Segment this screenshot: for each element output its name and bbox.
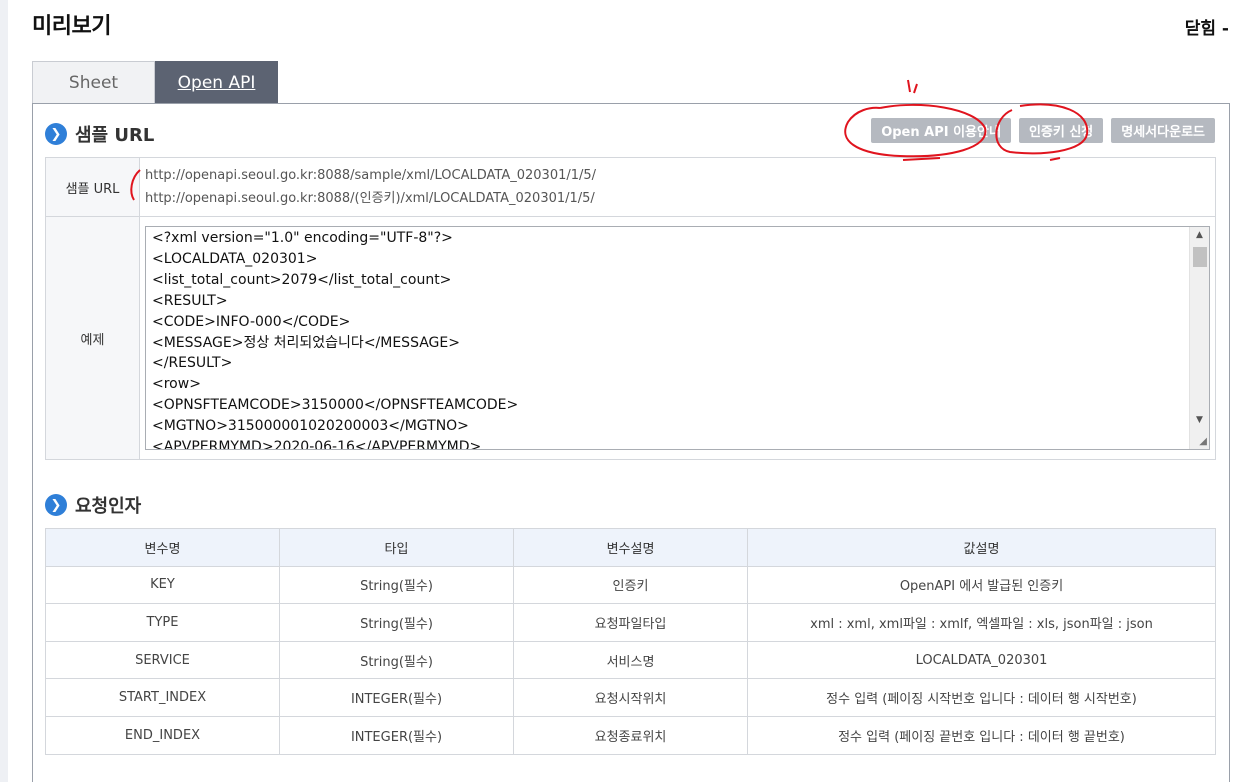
cell-var-name: TYPE: [45, 603, 280, 642]
cell-var-name: KEY: [45, 565, 280, 605]
header-var-desc: 변수설명: [513, 528, 748, 567]
sample-url-label: 샘플 URL: [45, 157, 140, 217]
sample-url-line[interactable]: http://openapi.seoul.go.kr:8088/(인증키)/xm…: [145, 187, 1210, 210]
scroll-up-arrow-icon[interactable]: ▲: [1190, 227, 1209, 244]
code-line: <row>: [152, 376, 201, 393]
cell-var-name: END_INDEX: [45, 715, 280, 755]
chevron-right-icon: ❯: [45, 494, 67, 516]
cell-value-desc: xml : xml, xml파일 : xmlf, 엑셀파일 : xls, jso…: [747, 603, 1216, 642]
sample-url-line[interactable]: http://openapi.seoul.go.kr:8088/sample/x…: [145, 164, 1210, 187]
example-code-textarea[interactable]: <?xml version="1.0" encoding="UTF-8"?> <L…: [145, 226, 1210, 450]
resize-grip-icon[interactable]: ◢: [1199, 436, 1207, 447]
auth-key-request-button[interactable]: 인증키 신청: [1018, 118, 1104, 143]
cell-var-name: START_INDEX: [45, 678, 280, 717]
table-header-row: 변수명 타입 변수설명 값설명: [45, 528, 1216, 567]
table-row: KEY String(필수) 인증키 OpenAPI 에서 발급된 인증키: [45, 565, 1216, 605]
cell-type: INTEGER(필수): [279, 678, 514, 717]
sample-url-values: http://openapi.seoul.go.kr:8088/sample/x…: [139, 157, 1216, 217]
code-line: <?xml version="1.0" encoding="UTF-8"?>: [152, 230, 453, 246]
button-row: Open API 이용안내 인증키 신청 명세서다운로드: [871, 118, 1215, 143]
code-line: <LOCALDATA_020301>: [152, 250, 318, 267]
cell-var-desc: 서비스명: [513, 640, 748, 680]
cell-var-desc: 요청종료위치: [513, 715, 748, 755]
close-link[interactable]: 닫힘 -: [1185, 14, 1229, 39]
spec-download-button[interactable]: 명세서다운로드: [1111, 118, 1215, 143]
code-line: <APVPERMYMD>2020-06-16</APVPERMYMD>: [152, 439, 482, 450]
chevron-right-icon: ❯: [45, 123, 67, 145]
code-line: <MESSAGE>정상 처리되었습니다</MESSAGE>: [152, 334, 460, 351]
table-row: SERVICE String(필수) 서비스명 LOCALDATA_020301: [45, 640, 1216, 680]
cell-value-desc: 정수 입력 (페이징 시작번호 입니다 : 데이터 행 시작번호): [747, 678, 1216, 717]
table-row: TYPE String(필수) 요청파일타입 xml : xml, xml파일 : x…: [45, 603, 1216, 642]
cell-value-desc: LOCALDATA_020301: [747, 640, 1216, 680]
example-code-lines: <?xml version="1.0" encoding="UTF-8"?> <L…: [146, 227, 1209, 450]
cell-var-desc: 인증키: [513, 565, 748, 605]
tab-sheet[interactable]: Sheet: [32, 61, 155, 104]
code-line: <MGTNO>315000001020200003</MGTNO>: [152, 418, 469, 435]
table-row: END_INDEX INTEGER(필수) 요청종료위치 정수 입력 (페이징 끝번호…: [45, 715, 1216, 755]
example-cell: <?xml version="1.0" encoding="UTF-8"?> <L…: [139, 216, 1216, 460]
tab-bar: Sheet Open API: [32, 61, 278, 104]
left-edge: [0, 0, 8, 782]
scroll-down-arrow-icon[interactable]: ▼: [1190, 412, 1209, 429]
open-api-guide-button[interactable]: Open API 이용안내: [871, 118, 1011, 143]
cell-type: String(필수): [279, 640, 514, 680]
sample-url-title: 샘플 URL: [75, 125, 155, 146]
code-line: <CODE>INFO-000</CODE>: [152, 313, 351, 330]
scroll-thumb[interactable]: [1193, 247, 1207, 267]
code-line: <OPNSFTEAMCODE>3150000</OPNSFTEAMCODE>: [152, 397, 519, 414]
cell-type: INTEGER(필수): [279, 715, 514, 755]
request-params-table: 변수명 타입 변수설명 값설명 KEY String(필수) 인증키 OpenAPI …: [45, 528, 1216, 755]
cell-type: String(필수): [279, 603, 514, 642]
example-label: 예제: [45, 216, 140, 460]
header-type: 타입: [279, 528, 514, 567]
content-panel: ❯ 샘플 URL Open API 이용안내 인증키 신청 명세서다운로드 샘플…: [32, 103, 1230, 782]
page-title: 미리보기: [32, 14, 111, 39]
cell-type: String(필수): [279, 565, 514, 605]
tab-open-api[interactable]: Open API: [155, 61, 278, 104]
code-line: <RESULT>: [152, 292, 228, 309]
request-params-heading: ❯ 요청인자: [45, 492, 141, 518]
sample-url-table: 샘플 URL http://openapi.seoul.go.kr:8088/s…: [45, 157, 1216, 460]
cell-var-desc: 요청파일타입: [513, 603, 748, 642]
cell-value-desc: 정수 입력 (페이징 끝번호 입니다 : 데이터 행 끝번호): [747, 715, 1216, 755]
cell-var-desc: 요청시작위치: [513, 678, 748, 717]
sample-url-heading: ❯ 샘플 URL: [45, 121, 154, 147]
header-var-name: 변수명: [45, 528, 280, 567]
code-line: <list_total_count>2079</list_total_count…: [152, 271, 452, 288]
table-row: START_INDEX INTEGER(필수) 요청시작위치 정수 입력 (페이징 시…: [45, 678, 1216, 717]
cell-var-name: SERVICE: [45, 640, 280, 680]
code-line: </RESULT>: [152, 355, 233, 372]
header-value-desc: 값설명: [747, 528, 1216, 567]
request-params-title: 요청인자: [75, 496, 142, 517]
code-scrollbar[interactable]: ▲ ▼: [1189, 227, 1209, 449]
cell-value-desc: OpenAPI 에서 발급된 인증키: [747, 565, 1216, 605]
